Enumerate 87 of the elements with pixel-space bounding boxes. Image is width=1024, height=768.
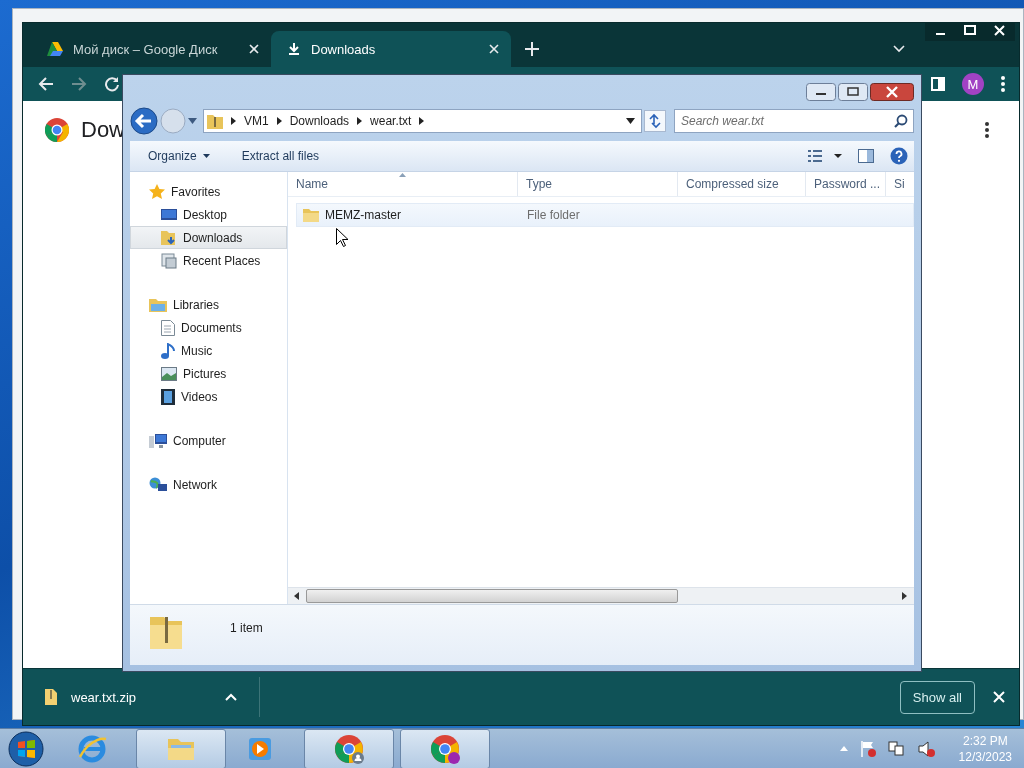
flag-error-icon[interactable]: [859, 739, 876, 758]
column-header[interactable]: Si: [886, 172, 914, 196]
nav-item[interactable]: Recent Places: [130, 249, 287, 272]
scroll-left-icon[interactable]: [294, 592, 300, 600]
chevron-right-icon[interactable]: [419, 117, 425, 125]
scrollbar-thumb[interactable]: [306, 589, 678, 603]
reload-icon[interactable]: [104, 76, 120, 92]
nav-item[interactable]: Network: [130, 473, 287, 496]
download-item[interactable]: wear.txt.zip: [45, 677, 260, 717]
network-icon: [149, 476, 167, 493]
close-icon[interactable]: [870, 83, 914, 101]
help-icon[interactable]: [890, 147, 908, 165]
more-menu-icon[interactable]: [985, 122, 989, 138]
browser-tab[interactable]: Downloads: [271, 31, 511, 67]
nav-item[interactable]: Downloads: [130, 226, 287, 249]
tab-title: Downloads: [311, 41, 377, 57]
chevron-right-icon[interactable]: [357, 117, 363, 125]
music-note-icon: [161, 342, 175, 359]
breadcrumb-item[interactable]: VM1: [244, 114, 269, 128]
file-row[interactable]: MEMZ-master File folder: [296, 203, 914, 227]
new-tab-icon[interactable]: [525, 42, 539, 56]
download-file-name: wear.txt.zip: [71, 689, 138, 705]
nav-item[interactable]: Pictures: [130, 362, 287, 385]
clock-date: 12/3/2023: [958, 748, 1012, 765]
nav-item[interactable]: Desktop: [130, 203, 287, 226]
refresh-icon[interactable]: [644, 110, 666, 132]
drive-icon: [47, 42, 63, 56]
toolbar-button[interactable]: Extract all files: [233, 145, 328, 167]
download-icon: [287, 42, 301, 56]
picture-icon: [161, 366, 177, 381]
column-header[interactable]: Name: [288, 172, 518, 196]
cursor-icon: [336, 228, 348, 247]
network-error-icon[interactable]: [887, 739, 906, 758]
speaker-muted-icon[interactable]: [917, 739, 936, 758]
column-header[interactable]: Type: [518, 172, 678, 196]
zip-folder-icon: [207, 113, 223, 129]
dropdown-icon[interactable]: [626, 118, 635, 124]
view-options-icon[interactable]: [808, 149, 842, 163]
document-icon: [161, 319, 175, 336]
chevron-down-icon[interactable]: [893, 45, 905, 53]
caret-up-icon: [225, 693, 237, 701]
recent-places-icon: [161, 252, 177, 269]
nav-item[interactable]: Computer: [130, 429, 287, 452]
search-icon: [894, 114, 908, 128]
star-icon: [149, 183, 165, 200]
scroll-right-icon[interactable]: [902, 592, 908, 600]
nav-item[interactable]: Documents: [130, 316, 287, 339]
address-bar[interactable]: VM1 Downloads wear.txt: [203, 109, 642, 133]
horizontal-scrollbar[interactable]: [288, 587, 914, 604]
side-panel-icon[interactable]: [931, 77, 945, 91]
chevron-right-icon[interactable]: [231, 117, 236, 125]
column-header[interactable]: Password ...: [806, 172, 886, 196]
taskbar-button[interactable]: [400, 728, 490, 768]
toolbar-button[interactable]: Organize: [140, 145, 218, 167]
nav-item[interactable]: Videos: [130, 385, 287, 408]
search-field[interactable]: Search wear.txt: [674, 109, 914, 133]
column-header[interactable]: Compressed size: [678, 172, 806, 196]
folder-download-icon: [161, 229, 177, 246]
chevron-right-icon[interactable]: [276, 117, 282, 125]
chrome-icon: [333, 732, 365, 765]
file-type: File folder: [526, 208, 580, 222]
tab-title: Мой диск – Google Диск: [73, 41, 219, 57]
file-name: MEMZ-master: [325, 208, 401, 222]
more-menu-icon[interactable]: [1001, 76, 1005, 92]
item-count: 1 item: [230, 621, 263, 635]
computer-icon: [149, 432, 167, 449]
film-icon: [161, 388, 175, 405]
chrome-logo-icon: [45, 118, 69, 142]
nav-item[interactable]: Libraries: [130, 293, 287, 316]
profile-avatar[interactable]: M: [962, 73, 984, 95]
monitor-icon: [161, 207, 177, 222]
nav-item[interactable]: Favorites: [130, 180, 287, 203]
taskbar-button[interactable]: [136, 728, 226, 768]
preview-pane-icon[interactable]: [858, 149, 874, 163]
browser-tab[interactable]: Мой диск – Google Диск: [31, 31, 271, 67]
clock-time: 2:32 PM: [962, 732, 1008, 749]
caret-down-icon: [202, 154, 210, 158]
nav-item[interactable]: Music: [130, 339, 287, 362]
breadcrumb-item[interactable]: Downloads: [289, 114, 350, 128]
folder-icon: [303, 208, 319, 222]
chrome-icon: [429, 732, 461, 765]
breadcrumb-item[interactable]: wear.txt: [370, 114, 412, 128]
show-all-button[interactable]: Show all: [899, 680, 975, 714]
minimize-icon[interactable]: [806, 83, 836, 101]
library-icon: [149, 296, 167, 313]
taskbar-button[interactable]: [304, 728, 394, 768]
zip-file-icon: [45, 689, 57, 705]
